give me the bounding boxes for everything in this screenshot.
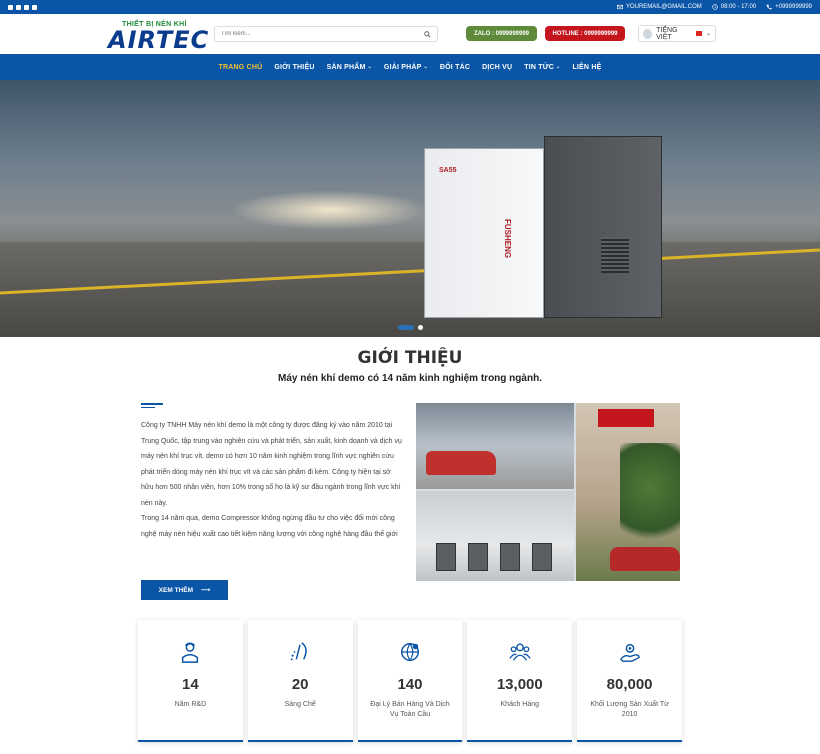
photo-warehouse <box>416 491 574 581</box>
nav-item-6[interactable]: TIN TỨC ⌄ <box>518 64 566 71</box>
nav-item-2[interactable]: SẢN PHẨM ⌄ <box>321 64 378 71</box>
language-selector[interactable]: TIẾNG VIỆT ⌄ <box>638 25 716 42</box>
stat-number: 80,000 <box>606 676 653 693</box>
top-contacts: YOUREMAIL@GMAIL.COM 08:00 - 17:00 +09999… <box>616 4 812 10</box>
globe-icon <box>643 28 653 39</box>
stat-number: 13,000 <box>496 676 543 693</box>
stat-label: Năm R&D <box>174 701 207 708</box>
stat-label: Đại Lý Bán Hàng Và Dịch Vụ Toàn Cầu <box>370 701 450 718</box>
nav-item-3[interactable]: GIẢI PHÁP ⌄ <box>378 64 434 71</box>
main-nav: TRANG CHỦ GIỚI THIỆU SẢN PHẨM ⌄ GIẢI PHÁP ⌄ ĐỐ… <box>0 54 820 80</box>
nav-item-4[interactable]: ĐỐI TÁC <box>434 64 476 71</box>
arrow-right-icon: ⟶ <box>200 587 211 594</box>
hero-slider[interactable]: SA55 FUSHENG <box>0 80 820 337</box>
chevron-down-icon: ⌄ <box>423 64 428 70</box>
stat-card: 20 Sáng Chế <box>247 620 353 742</box>
patent-icon <box>291 642 307 661</box>
photo-showroom <box>416 403 574 489</box>
twitter-icon[interactable] <box>24 4 29 10</box>
section-subtitle: Máy nén khí demo có 14 năm kinh nghiệm t… <box>278 373 542 384</box>
phone-icon <box>766 4 772 10</box>
instagram-icon[interactable] <box>16 4 21 10</box>
stat-label: Sáng Chế <box>284 701 316 708</box>
mail-icon[interactable] <box>32 4 37 10</box>
deco-lines-icon <box>141 403 163 411</box>
top-hours: 08:00 - 17:00 <box>712 4 756 10</box>
air-compressor-image: SA55 FUSHENG <box>424 136 662 318</box>
nav-item-1[interactable]: GIỚI THIỆU <box>268 64 320 71</box>
nav-item-5[interactable]: DỊCH VỤ <box>476 64 518 71</box>
envelope-icon <box>616 4 623 10</box>
facebook-icon[interactable] <box>8 4 13 10</box>
photo-storefront <box>576 403 680 581</box>
production-icon <box>619 643 640 662</box>
search-input[interactable] <box>221 31 424 37</box>
customers-icon <box>509 643 531 661</box>
top-phone[interactable]: +0999999999 <box>766 4 812 10</box>
site-header: THIẾT BỊ NÉN KHÍ AIRTEC ZALO : 099999999… <box>0 14 820 54</box>
nav-item-7[interactable]: LIÊN HỆ <box>566 64 607 71</box>
hotline-button[interactable]: HOTLINE : 0999999999 <box>545 26 625 41</box>
top-email[interactable]: YOUREMAIL@GMAIL.COM <box>616 4 702 10</box>
stat-card: 14 Năm R&D <box>138 620 243 742</box>
search-box <box>214 26 438 42</box>
site-logo[interactable]: THIẾT BỊ NÉN KHÍ AIRTEC <box>108 21 208 54</box>
search-icon[interactable] <box>424 30 431 38</box>
stat-card: 13,000 Khách Hàng <box>467 620 573 742</box>
section-title: GIỚI THIỆU <box>357 348 463 368</box>
nav-item-0[interactable]: TRANG CHỦ <box>213 64 269 71</box>
zalo-button[interactable]: ZALO : 0999999999 <box>466 26 537 41</box>
stat-card: 140 Đại Lý Bán Hàng Và Dịch Vụ Toàn Cầu <box>357 620 463 742</box>
chevron-down-icon: ⌄ <box>556 64 561 70</box>
company-photo-collage <box>416 403 680 581</box>
slider-dots <box>398 325 423 330</box>
read-more-button[interactable]: XEM THÊM ⟶ <box>141 580 228 600</box>
stat-card: 80,000 Khối Lượng Sản Xuất Từ 2010 <box>577 620 682 742</box>
stat-number: 14 <box>182 676 199 693</box>
clock-icon <box>712 4 718 10</box>
engineer-icon <box>182 642 199 663</box>
vietnam-flag-icon <box>695 31 702 36</box>
chevron-down-icon: ⌄ <box>367 64 372 70</box>
stats-row: 14 Năm R&D 20 Sáng Chế 140 Đại Lý Bán Hàng Và… <box>138 620 682 742</box>
slider-dot-active[interactable] <box>398 325 414 330</box>
social-links <box>8 4 37 10</box>
stat-number: 140 <box>397 676 423 693</box>
stat-number: 20 <box>291 676 309 693</box>
slider-dot[interactable] <box>418 325 423 330</box>
hero-light <box>230 190 430 230</box>
chevron-down-icon: ⌄ <box>705 31 711 37</box>
stat-label: Khách Hàng <box>500 701 540 708</box>
globe-icon <box>401 643 419 661</box>
intro-text: Công ty TNHH Máy nén khí demo là một côn… <box>141 422 402 538</box>
stat-label: Khối Lượng Sản Xuất Từ 2010 <box>590 701 669 718</box>
top-bar: YOUREMAIL@GMAIL.COM 08:00 - 17:00 +09999… <box>0 0 820 14</box>
